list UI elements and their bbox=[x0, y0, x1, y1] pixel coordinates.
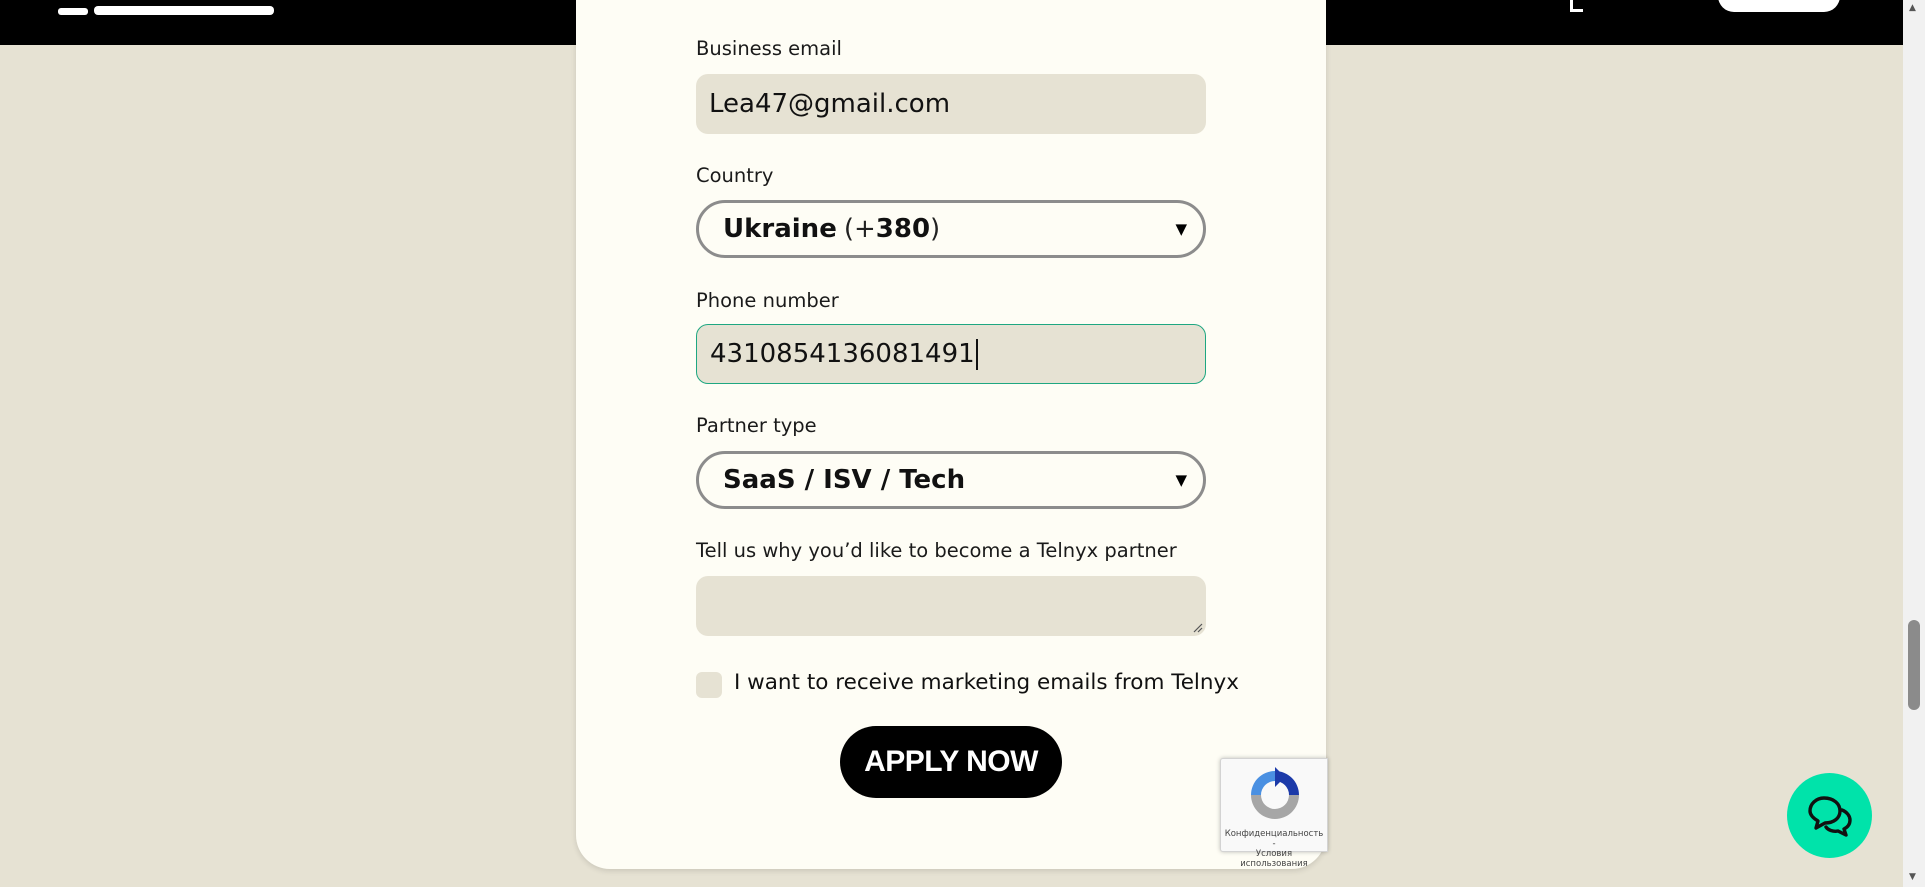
country-select[interactable]: Ukraine (+ 380 ) ▼ bbox=[696, 200, 1206, 258]
scroll-down-arrow-icon[interactable]: ▼ bbox=[1909, 872, 1916, 882]
partner-type-label: Partner type bbox=[696, 414, 817, 437]
recaptcha-badge[interactable]: Конфиденциальность - Условия использован… bbox=[1220, 758, 1328, 869]
nav-menu-item[interactable] bbox=[1570, 0, 1583, 12]
marketing-checkbox[interactable] bbox=[696, 672, 722, 698]
recaptcha-terms[interactable]: Конфиденциальность - Условия использован… bbox=[1223, 829, 1325, 869]
country-label: Country bbox=[696, 164, 774, 187]
chat-bubbles-icon bbox=[1807, 795, 1852, 837]
recaptcha-privacy-link[interactable]: Конфиденциальность - bbox=[1223, 829, 1325, 849]
telnyx-logo[interactable] bbox=[58, 0, 288, 23]
recaptcha-terms-link[interactable]: Условия использования bbox=[1223, 849, 1325, 869]
caret-down-icon: ▼ bbox=[1175, 220, 1187, 238]
recaptcha-logo-icon bbox=[1251, 767, 1299, 819]
reason-label: Tell us why you’d like to become a Telny… bbox=[696, 539, 1177, 562]
phone-value: 4310854136081491 bbox=[710, 339, 975, 369]
scroll-up-arrow-icon[interactable]: ▲ bbox=[1909, 3, 1916, 13]
page-scrollbar[interactable]: ▲ ▼ bbox=[1903, 0, 1925, 887]
nav-cta-button[interactable] bbox=[1718, 0, 1840, 12]
country-code: 380 bbox=[875, 214, 931, 244]
scrollbar-thumb[interactable] bbox=[1908, 620, 1920, 710]
country-name: Ukraine bbox=[723, 214, 837, 244]
country-code-open: (+ bbox=[843, 214, 876, 244]
apply-now-button[interactable]: APPLY NOW bbox=[840, 726, 1062, 798]
phone-label: Phone number bbox=[696, 289, 839, 312]
business-email-value: Lea47@gmail.com bbox=[709, 89, 951, 119]
chat-button[interactable] bbox=[1787, 773, 1872, 858]
reason-textarea[interactable] bbox=[696, 576, 1206, 636]
business-email-label: Business email bbox=[696, 37, 842, 60]
business-email-input[interactable]: Lea47@gmail.com bbox=[696, 74, 1206, 134]
partner-type-select[interactable]: SaaS / ISV / Tech ▼ bbox=[696, 451, 1206, 509]
caret-down-icon: ▼ bbox=[1175, 471, 1187, 489]
country-code-close: ) bbox=[930, 214, 941, 244]
resize-handle-icon[interactable] bbox=[1193, 623, 1203, 633]
marketing-checkbox-label[interactable]: I want to receive marketing emails from … bbox=[734, 670, 1239, 695]
partner-type-value: SaaS / ISV / Tech bbox=[723, 465, 966, 495]
text-caret bbox=[975, 338, 978, 370]
phone-input[interactable]: 4310854136081491 bbox=[696, 324, 1206, 384]
